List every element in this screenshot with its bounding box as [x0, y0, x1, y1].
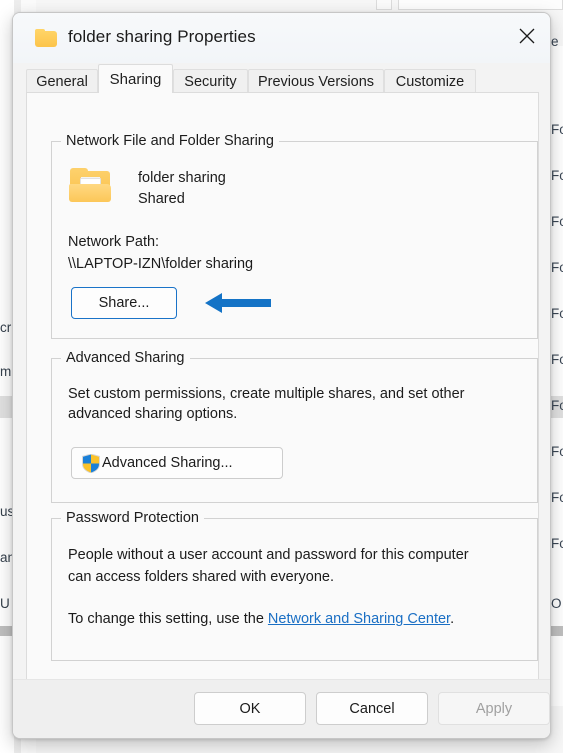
network-path-label: Network Path: [68, 234, 160, 250]
properties-dialog: folder sharing Properties General Sharin… [12, 12, 551, 739]
tab-sharing[interactable]: Sharing [98, 64, 173, 93]
close-icon[interactable] [504, 13, 550, 59]
advanced-sharing-description-line1: Set custom permissions, create multiple … [68, 386, 465, 402]
tab-security[interactable]: Security [173, 69, 248, 93]
background-text-fragment: U [0, 596, 10, 611]
dialog-title: folder sharing Properties [68, 27, 256, 46]
background-text-fragment: Fo [551, 398, 563, 413]
advanced-sharing-description-line2: advanced sharing options. [68, 406, 238, 422]
advanced-sharing-group: Advanced Sharing [51, 350, 538, 503]
change-setting-text: To change this setting, use the Network … [68, 609, 454, 629]
share-button[interactable]: Share... [71, 287, 177, 319]
background-text-fragment: O [551, 596, 562, 611]
background-text-fragment: Fo [551, 444, 563, 459]
apply-button: Apply [438, 692, 550, 725]
folder-icon [35, 29, 57, 47]
background-text-fragment: Fo [551, 536, 563, 551]
group-title: Password Protection [61, 510, 204, 526]
shared-folder-icon [68, 167, 112, 203]
background-text-fragment: m [0, 364, 12, 379]
network-path-value: \\LAPTOP-IZN\folder sharing [68, 256, 254, 272]
shared-folder-name: folder sharing [138, 170, 226, 186]
dialog-footer: OK Cancel Apply [13, 679, 550, 738]
background-text-fragment: Fo [551, 490, 563, 505]
background-text-fragment: Fo [551, 168, 563, 183]
background-text-fragment: Fo [551, 306, 563, 321]
background-text-fragment: Fo [551, 122, 563, 137]
tab-previous-versions[interactable]: Previous Versions [248, 69, 384, 93]
dialog-titlebar: folder sharing Properties [13, 13, 550, 63]
tab-general[interactable]: General [26, 69, 98, 93]
background-text-fragment: e [551, 34, 559, 49]
change-setting-suffix: . [450, 611, 455, 627]
background-text-fragment: Fo [551, 260, 563, 275]
advanced-sharing-button[interactable]: Advanced Sharing... [71, 447, 283, 479]
group-title: Advanced Sharing [61, 350, 190, 366]
cancel-button[interactable]: Cancel [316, 692, 428, 725]
background-toolbar-button [376, 0, 392, 10]
background-text-fragment: Fo [551, 214, 563, 229]
background-text-fragment: Fo [551, 352, 563, 367]
password-protection-description-line1: People without a user account and passwo… [68, 547, 469, 563]
share-status: Shared [138, 191, 185, 207]
network-and-sharing-center-link[interactable]: Network and Sharing Center [268, 611, 450, 627]
uac-shield-icon [82, 452, 100, 474]
password-protection-description-line2: can access folders shared with everyone. [68, 569, 334, 585]
tab-customize[interactable]: Customize [384, 69, 476, 93]
group-title: Network File and Folder Sharing [61, 133, 279, 149]
background-text-fragment: cr [0, 320, 12, 335]
tab-strip: General Sharing Security Previous Versio… [13, 63, 550, 93]
password-protection-group: Password Protection [51, 510, 538, 661]
background-search-box [398, 0, 563, 10]
advanced-sharing-button-label: Advanced Sharing... [102, 455, 233, 471]
ok-button[interactable]: OK [194, 692, 306, 725]
change-setting-prefix: To change this setting, use the [68, 611, 268, 627]
